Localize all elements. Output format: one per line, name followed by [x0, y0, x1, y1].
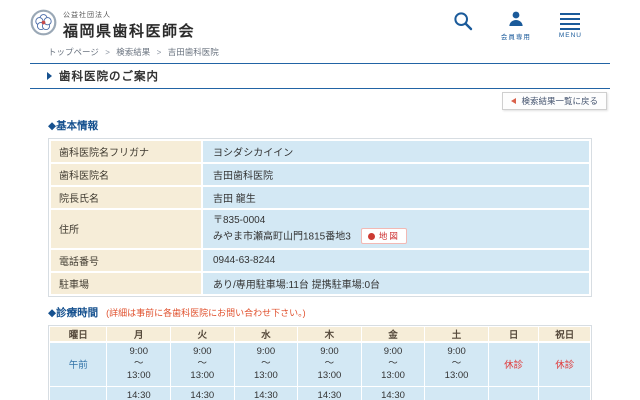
row-value: 吉田 龍生	[202, 186, 590, 209]
org-name-title: 福岡県歯科医師会	[63, 20, 195, 41]
association-logo-icon	[30, 9, 57, 41]
am-thu: 9:00〜13:00	[298, 342, 362, 387]
site-header: 公益社団法人 福岡県歯科医師会 会員専用	[0, 0, 640, 46]
row-value: 吉田歯科医院	[202, 163, 590, 186]
day-header: 土	[425, 326, 489, 342]
am-sun-closed: 休診	[488, 342, 539, 387]
am-mon: 9:00〜13:00	[107, 342, 171, 387]
map-button-label: 地図	[379, 230, 400, 242]
day-header: 曜日	[50, 326, 107, 342]
page-title-bar: 歯科医院のご案内	[30, 63, 610, 89]
am-holiday-closed: 休診	[539, 342, 591, 387]
am-tue: 9:00〜13:00	[171, 342, 235, 387]
hours-pm-row: 午後 14:30〜18:30 14:30〜18:30 14:30〜18:30 1…	[50, 386, 591, 400]
table-row-parking: 駐車場 あり/専用駐車場:11台 提携駐車場:0台	[50, 272, 590, 295]
day-header: 金	[361, 326, 425, 342]
search-icon	[453, 11, 473, 34]
hours-header-row: 曜日 月 火 水 木 金 土 日 祝日	[50, 326, 591, 342]
table-row-phone: 電話番号 0944-63-8244	[50, 249, 590, 272]
row-value: あり/専用駐車場:11台 提携駐車場:0台	[202, 272, 590, 295]
member-area-button[interactable]: 会員専用	[501, 11, 531, 41]
pm-mon: 14:30〜18:30	[107, 386, 171, 400]
basic-info-heading: ◆基本情報	[48, 118, 592, 133]
table-row-director: 院長氏名 吉田 龍生	[50, 186, 590, 209]
map-button[interactable]: 地図	[361, 228, 407, 244]
back-arrow-icon	[511, 98, 516, 104]
back-to-results-label: 検索結果一覧に戻る	[521, 95, 598, 107]
breadcrumb: トップページ > 検索結果 > 吉田歯科医院	[48, 46, 640, 58]
pm-sun-closed: 休診	[488, 386, 539, 400]
pm-thu: 14:30〜18:30	[298, 386, 362, 400]
row-label: 電話番号	[50, 249, 202, 272]
day-header: 木	[298, 326, 362, 342]
title-arrow-icon	[47, 72, 52, 80]
back-link-row: 検索結果一覧に戻る	[0, 92, 607, 110]
breadcrumb-separator: >	[157, 48, 162, 57]
am-fri: 9:00〜13:00	[361, 342, 425, 387]
day-header: 水	[234, 326, 298, 342]
menu-button[interactable]: MENU	[559, 11, 582, 41]
header-icons: 会員専用 MENU	[453, 11, 582, 41]
page-title: 歯科医院のご案内	[59, 68, 159, 84]
back-to-results-button[interactable]: 検索結果一覧に戻る	[502, 92, 607, 110]
postal-code: 〒835-0004	[213, 213, 579, 228]
hours-table: 曜日 月 火 水 木 金 土 日 祝日 午前 9:00〜13:00 9:00〜1…	[48, 325, 592, 400]
hamburger-icon	[560, 11, 580, 30]
pm-sat-closed: 休診	[425, 386, 489, 400]
hours-title: ◆診療時間	[48, 307, 98, 319]
breadcrumb-home[interactable]: トップページ	[48, 47, 99, 57]
day-header: 火	[171, 326, 235, 342]
breadcrumb-separator: >	[105, 48, 110, 57]
am-wed: 9:00〜13:00	[234, 342, 298, 387]
day-header: 日	[488, 326, 539, 342]
breadcrumb-search-results[interactable]: 検索結果	[116, 47, 150, 57]
table-row-furigana: 歯科医院名フリガナ ヨシダシカイイン	[50, 140, 590, 163]
map-pin-icon	[368, 233, 375, 240]
pm-label: 午後	[50, 386, 107, 400]
pm-tue: 14:30〜18:30	[171, 386, 235, 400]
brand-text: 公益社団法人 福岡県歯科医師会	[63, 10, 195, 41]
search-button[interactable]	[453, 11, 473, 41]
row-label: 院長氏名	[50, 186, 202, 209]
site-logo-link[interactable]: 公益社団法人 福岡県歯科医師会	[30, 9, 195, 41]
breadcrumb-current: 吉田歯科医院	[168, 47, 219, 57]
am-sat: 9:00〜13:00	[425, 342, 489, 387]
street-address-line: みやま市瀬高町山門1815番地3 地図	[213, 228, 579, 245]
member-area-label: 会員専用	[501, 31, 531, 41]
org-type-label: 公益社団法人	[63, 10, 195, 20]
row-label: 住所	[50, 209, 202, 249]
hours-am-row: 午前 9:00〜13:00 9:00〜13:00 9:00〜13:00 9:00…	[50, 342, 591, 387]
day-header: 月	[107, 326, 171, 342]
phone-number: 0944-63-8244	[202, 249, 590, 272]
street-address: みやま市瀬高町山門1815番地3	[213, 232, 351, 243]
person-icon	[507, 11, 525, 29]
hours-heading: ◆診療時間 (詳細は事前に各歯科医院にお問い合わせ下さい。)	[48, 305, 592, 320]
pm-holiday-closed: 休診	[539, 386, 591, 400]
table-row-clinic-name: 歯科医院名 吉田歯科医院	[50, 163, 590, 186]
day-header: 祝日	[539, 326, 591, 342]
hours-note: (詳細は事前に各歯科医院にお問い合わせ下さい。)	[106, 308, 306, 318]
basic-info-table: 歯科医院名フリガナ ヨシダシカイイン 歯科医院名 吉田歯科医院 院長氏名 吉田 …	[48, 138, 592, 297]
row-label: 歯科医院名フリガナ	[50, 140, 202, 163]
table-row-address: 住所 〒835-0004 みやま市瀬高町山門1815番地3 地図	[50, 209, 590, 249]
row-value: ヨシダシカイイン	[202, 140, 590, 163]
pm-fri: 14:30〜18:30	[361, 386, 425, 400]
am-label: 午前	[50, 342, 107, 387]
pm-wed: 14:30〜18:30	[234, 386, 298, 400]
row-value-address: 〒835-0004 みやま市瀬高町山門1815番地3 地図	[202, 209, 590, 249]
menu-label: MENU	[559, 32, 582, 39]
row-label: 駐車場	[50, 272, 202, 295]
row-label: 歯科医院名	[50, 163, 202, 186]
